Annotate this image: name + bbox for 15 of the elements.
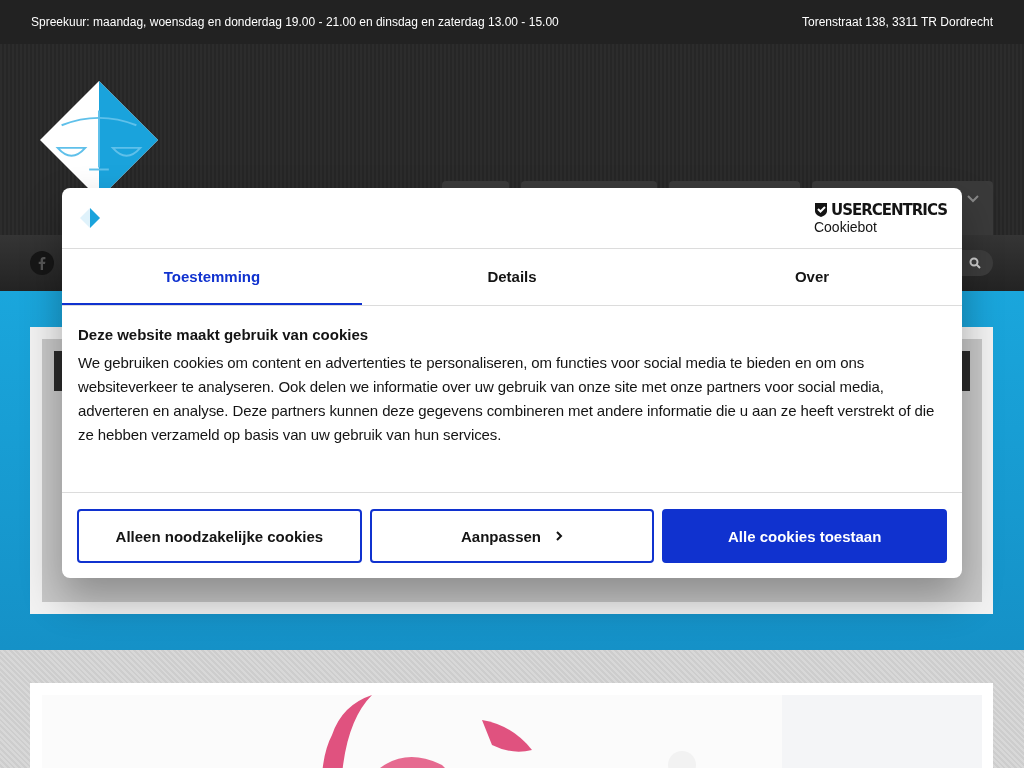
- chevron-right-icon: [555, 530, 564, 542]
- allow-all-button[interactable]: Alle cookies toestaan: [662, 509, 947, 563]
- chevron-down-icon: [967, 195, 979, 203]
- office-hours: Spreekuur: maandag, woensdag en donderdag 19.00 - 21.00 en dinsdag en zaterdag 13.00 - 15.00: [31, 15, 559, 29]
- site-logo-icon: [80, 208, 100, 228]
- product-name: Cookiebot: [813, 219, 878, 235]
- search-icon: [969, 257, 981, 269]
- necessary-only-button[interactable]: Alleen noodzakelijke cookies: [77, 509, 362, 563]
- dialog-heading: Deze website maakt gebruik van cookies: [78, 326, 370, 343]
- cookie-description: We gebruiken cookies om content en advertenties te personaliseren, om functies voor social media te bieden en om ons websiteverkeer te analyseren. Ook delen we informatie over uw gebruik van onze site met onze partners voor social media, adverteren en analyse. Deze partners kunnen deze gegevens combineren met andere informatie die u aan ze heeft verstrekt of die ze hebben verzameld op basis van uw gebruik van hun services.: [78, 353, 936, 445]
- dialog-tab[interactable]: Toestemming: [62, 249, 362, 305]
- customize-button[interactable]: Aanpassen: [369, 509, 655, 563]
- address: Torenstraat 138, 3311 TR Dordrecht: [802, 15, 993, 29]
- brand-name: USERCENTRICS: [830, 201, 947, 219]
- shield-icon: [813, 202, 828, 218]
